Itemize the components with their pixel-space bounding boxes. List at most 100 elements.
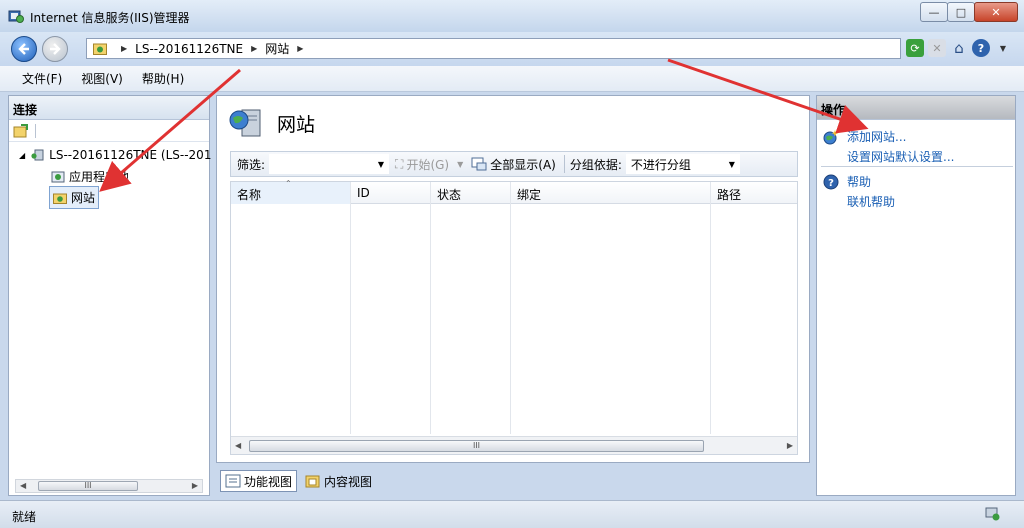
breadcrumb-server[interactable]: LS--20161126TNE xyxy=(135,42,243,56)
breadcrumb-sites[interactable]: 网站 xyxy=(265,40,289,57)
menu-file[interactable]: 文件(F) xyxy=(22,70,62,87)
scroll-right-icon[interactable]: ▶ xyxy=(192,481,198,490)
tab-feature-view[interactable]: 功能视图 xyxy=(220,470,298,492)
column-header-label: 状态 xyxy=(437,188,462,202)
iis-app-icon xyxy=(8,10,24,23)
globe-add-icon xyxy=(823,129,839,144)
scrollbar-thumb[interactable]: III xyxy=(38,481,138,491)
minimize-button[interactable]: — xyxy=(920,2,948,22)
show-all-button[interactable]: 全部显示(A) xyxy=(471,156,556,173)
actions-header: 操作 xyxy=(817,96,1015,120)
connections-header: 连接 xyxy=(9,96,209,120)
column-header-status[interactable]: 状态 xyxy=(431,182,510,204)
add-site-link[interactable]: 添加网站... xyxy=(847,128,906,145)
breadcrumb-separator: ▶ xyxy=(121,44,128,53)
connect-icon[interactable] xyxy=(13,124,29,138)
filter-label: 筛选: xyxy=(237,157,266,172)
tab-label: 功能视图 xyxy=(244,474,293,489)
tree-item-label: LS--20161126TNE (LS--201 xyxy=(49,148,212,162)
menu-help[interactable]: 帮助(H) xyxy=(142,70,184,87)
column-header-name[interactable]: 名称 ⌃ xyxy=(231,179,350,204)
site-defaults-link[interactable]: 设置网站默认设置... xyxy=(847,148,954,165)
maximize-button[interactable]: □ xyxy=(947,2,975,22)
toolbar-divider xyxy=(563,155,565,173)
tree-item-sites[interactable]: 网站 xyxy=(49,186,100,209)
address-row: ▶ LS--20161126TNE ▶ 网站 ▶ ⟳ ✕ ⌂ ? ▼ xyxy=(0,32,1024,66)
column-header-label: 路径 xyxy=(717,188,742,202)
stop-icon[interactable]: ✕ xyxy=(928,39,946,57)
scroll-right-icon[interactable]: ▶ xyxy=(787,441,793,450)
breadcrumb-separator: ▶ xyxy=(297,44,304,53)
table-scrollbar[interactable]: ◀ III ▶ xyxy=(231,436,797,454)
arrow-left-icon xyxy=(18,43,29,55)
tree-item-label: 应用程序池 xyxy=(69,170,130,184)
status-text: 就绪 xyxy=(12,510,37,524)
help-icon[interactable]: ? xyxy=(972,39,990,57)
scrollbar-thumb[interactable]: III xyxy=(249,440,704,452)
feature-view-icon xyxy=(225,474,241,488)
start-button[interactable]: ⛶ 开始(G) xyxy=(395,156,449,173)
scroll-left-icon[interactable]: ◀ xyxy=(235,441,241,450)
menu-view[interactable]: 视图(V) xyxy=(81,70,123,87)
close-button[interactable]: ✕ xyxy=(974,2,1018,22)
sites-panel: 网站 筛选: ▼ ⛶ 开始(G) ▼ 全部显示(A) 分组依据: 不进行分组 ▼ xyxy=(216,95,810,463)
forward-button[interactable] xyxy=(42,36,68,62)
server-icon xyxy=(31,149,44,161)
help-action[interactable]: ? 帮助 xyxy=(823,173,871,190)
column-header-id[interactable]: ID xyxy=(351,182,430,204)
connections-scrollbar[interactable]: ◀ III ▶ xyxy=(15,479,203,493)
tree-item-server[interactable]: ◢ LS--20161126TNE (LS--201 xyxy=(19,148,211,162)
sort-ascending-icon: ⌃ xyxy=(285,179,292,188)
svg-text:?: ? xyxy=(828,178,834,189)
column-status: 状态 xyxy=(431,182,511,434)
page-title-row: 网站 xyxy=(229,106,315,140)
close-icon: ✕ xyxy=(991,5,1001,19)
status-bar: 就绪 xyxy=(0,500,1024,528)
binoculars-icon: ⛶ xyxy=(395,156,404,171)
filter-toolbar: 筛选: ▼ ⛶ 开始(G) ▼ 全部显示(A) 分组依据: 不进行分组 ▼ xyxy=(230,151,798,177)
address-bar[interactable]: ▶ LS--20161126TNE ▶ 网站 ▶ xyxy=(86,38,901,59)
site-folder-icon xyxy=(53,193,67,204)
filter-input[interactable]: ▼ xyxy=(269,154,390,174)
start-label: 开始(G) xyxy=(406,157,450,172)
add-site-action[interactable]: 添加网站... xyxy=(823,128,906,145)
tree-item-app-pools[interactable]: 应用程序池 xyxy=(51,168,129,185)
expand-icon[interactable]: ◢ xyxy=(19,151,25,160)
window-controls: — □ ✕ xyxy=(920,2,1018,22)
start-dropdown-icon[interactable]: ▼ xyxy=(457,160,463,169)
column-binding: 绑定 xyxy=(511,182,711,434)
toolbar-divider xyxy=(35,124,36,138)
column-header-label: ID xyxy=(357,186,370,200)
connections-panel: 连接 ◢ LS--20161126TNE (LS--201 应用程序池 网站 ◀… xyxy=(8,95,211,496)
online-help-link[interactable]: 联机帮助 xyxy=(847,193,895,210)
window-title: Internet 信息服务(IIS)管理器 xyxy=(30,11,190,25)
help-link[interactable]: 帮助 xyxy=(847,173,871,190)
refresh-icon[interactable]: ⟳ xyxy=(906,39,924,57)
tab-label: 内容视图 xyxy=(324,474,373,489)
breadcrumb-separator: ▶ xyxy=(251,44,258,53)
home-icon[interactable]: ⌂ xyxy=(950,39,968,57)
scroll-left-icon[interactable]: ◀ xyxy=(20,481,26,490)
menu-bar: 文件(F) 视图(V) 帮助(H) xyxy=(0,66,1024,92)
tab-content-view[interactable]: 内容视图 xyxy=(301,470,376,492)
group-by-select[interactable]: 不进行分组 ▼ xyxy=(625,154,740,174)
back-button[interactable] xyxy=(11,36,37,62)
online-help-action[interactable]: 联机帮助 xyxy=(847,193,895,210)
column-header-label: 名称 xyxy=(237,188,262,202)
column-header-path[interactable]: 路径 xyxy=(711,182,797,204)
tree-item-label: 网站 xyxy=(71,191,96,205)
actions-divider xyxy=(821,166,1013,167)
view-tabs: 功能视图 内容视图 xyxy=(220,470,380,492)
site-folder-icon xyxy=(93,43,107,55)
title-bar: Internet 信息服务(IIS)管理器 — □ ✕ xyxy=(0,0,1024,32)
group-by-value: 不进行分组 xyxy=(630,157,691,172)
maximize-icon: □ xyxy=(955,5,967,19)
help-dropdown-icon[interactable]: ▼ xyxy=(994,39,1012,57)
arrow-right-icon xyxy=(50,43,61,55)
site-defaults-action[interactable]: 设置网站默认设置... xyxy=(847,148,954,165)
column-header-binding[interactable]: 绑定 xyxy=(511,182,710,204)
help-icon: ? xyxy=(823,174,839,189)
content-view-icon xyxy=(305,475,320,488)
minimize-icon: — xyxy=(928,5,940,19)
column-header-label: 绑定 xyxy=(517,188,542,202)
